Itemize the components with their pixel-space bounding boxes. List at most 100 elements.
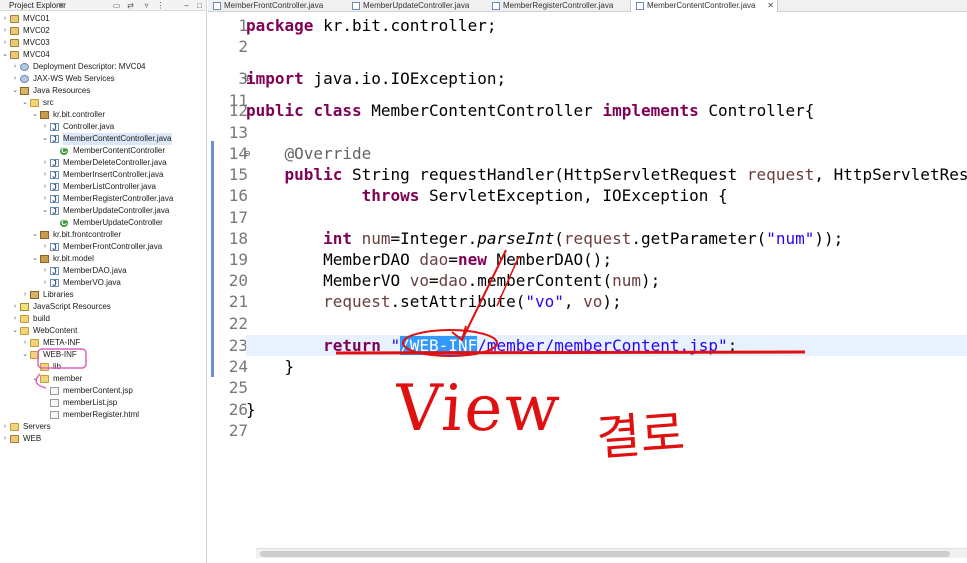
- tree-item[interactable]: ⌄ WEB-INF: [0, 349, 206, 361]
- tree-item[interactable]: ⌄ Java Resources: [0, 85, 206, 97]
- chevron-right-icon[interactable]: ›: [12, 301, 18, 313]
- chevron-right-icon[interactable]: ›: [42, 169, 48, 181]
- tree-item[interactable]: › build: [0, 313, 206, 325]
- tree-item[interactable]: lib: [0, 361, 206, 373]
- tree-item[interactable]: › META-INF: [0, 337, 206, 349]
- tree-item[interactable]: › J MemberDAO.java: [0, 265, 206, 277]
- tree-item[interactable]: ⌄ J MemberContentController.java: [0, 133, 206, 145]
- code-line-21[interactable]: request.setAttribute("vo", vo);: [246, 291, 622, 312]
- java-file-icon: [492, 2, 500, 10]
- tree-item[interactable]: ⌄ kr.bit.model: [0, 253, 206, 265]
- code-line-14[interactable]: @Override: [246, 143, 372, 164]
- collapse-all-icon[interactable]: ▭: [112, 1, 121, 10]
- chevron-right-icon[interactable]: ›: [42, 241, 48, 253]
- maximize-icon[interactable]: □: [195, 1, 204, 10]
- code-line-16[interactable]: throws ServletException, IOException {: [246, 185, 728, 206]
- minimize-icon[interactable]: –: [182, 1, 191, 10]
- tree-item[interactable]: memberRegister.html: [0, 409, 206, 421]
- chevron-down-icon[interactable]: ⌄: [22, 349, 28, 361]
- chevron-down-icon[interactable]: ⌄: [32, 373, 38, 385]
- code-line-19[interactable]: MemberDAO dao=new MemberDAO();: [246, 249, 612, 270]
- tree-item[interactable]: › J MemberDeleteController.java: [0, 157, 206, 169]
- tree-item[interactable]: › J MemberInsertController.java: [0, 169, 206, 181]
- chevron-down-icon[interactable]: ⌄: [2, 49, 8, 61]
- chevron-down-icon[interactable]: ⌄: [12, 325, 18, 337]
- tree-item[interactable]: › Deployment Descriptor: MVC04: [0, 61, 206, 73]
- chevron-right-icon[interactable]: ›: [42, 265, 48, 277]
- chevron-right-icon[interactable]: ›: [2, 421, 8, 433]
- link-editor-icon[interactable]: ⇄: [126, 1, 135, 10]
- tree-item[interactable]: memberList.jsp: [0, 397, 206, 409]
- tree-item[interactable]: C MemberUpdateController: [0, 217, 206, 229]
- code-line-3[interactable]: import java.io.IOException;: [246, 68, 506, 89]
- tree-item[interactable]: › Libraries: [0, 289, 206, 301]
- chevron-right-icon[interactable]: ›: [2, 13, 8, 25]
- chevron-down-icon[interactable]: ⌄: [22, 97, 28, 109]
- close-icon[interactable]: ✕: [58, 0, 65, 11]
- chevron-right-icon[interactable]: ›: [2, 433, 8, 445]
- tab-member-register-controller[interactable]: MemberRegisterController.java: [487, 0, 630, 12]
- tree-item[interactable]: ⌄ WebContent: [0, 325, 206, 337]
- code-line-26[interactable]: }: [246, 399, 256, 420]
- code-line-24[interactable]: }: [246, 356, 295, 377]
- view-menu-icon[interactable]: ⋮: [156, 1, 165, 10]
- tab-member-front-controller[interactable]: MemberFrontController.java: [208, 0, 347, 12]
- chevron-right-icon[interactable]: ›: [12, 61, 18, 73]
- tree-item[interactable]: › Servers: [0, 421, 206, 433]
- tree-item-label: JAX-WS Web Services: [33, 74, 115, 83]
- tree-item[interactable]: ⌄ src: [0, 97, 206, 109]
- chevron-down-icon[interactable]: ⌄: [32, 229, 38, 241]
- chevron-right-icon[interactable]: ›: [42, 181, 48, 193]
- chevron-right-icon[interactable]: ›: [22, 337, 28, 349]
- tree-item[interactable]: › MVC01: [0, 13, 206, 25]
- tree-item[interactable]: › J MemberListController.java: [0, 181, 206, 193]
- chevron-right-icon[interactable]: ›: [12, 73, 18, 85]
- java-file-icon: J: [50, 171, 59, 180]
- tree-item[interactable]: › MVC03: [0, 37, 206, 49]
- tree-item[interactable]: › J MemberRegisterController.java: [0, 193, 206, 205]
- tree-item[interactable]: ⌄ kr.bit.frontcontroller: [0, 229, 206, 241]
- code-line-1[interactable]: package kr.bit.controller;: [246, 15, 496, 36]
- chevron-right-icon[interactable]: ›: [42, 277, 48, 289]
- chevron-down-icon[interactable]: ⌄: [42, 133, 48, 145]
- chevron-down-icon[interactable]: ⌄: [32, 109, 38, 121]
- tree-item[interactable]: › MVC02: [0, 25, 206, 37]
- horizontal-scrollbar[interactable]: [256, 548, 967, 558]
- tree-item[interactable]: › JAX-WS Web Services: [0, 73, 206, 85]
- chevron-right-icon[interactable]: ›: [12, 313, 18, 325]
- code-editor[interactable]: 1 2 3 ⊕ 11 12 13 14 ⊖ 15 16 17 18 19 20 21 22 23 24 25 26 27 …: [208, 13, 967, 563]
- tree-item[interactable]: › J MemberVO.java: [0, 277, 206, 289]
- chevron-right-icon[interactable]: ›: [2, 25, 8, 37]
- tree-item[interactable]: › J Controller.java: [0, 121, 206, 133]
- tree-item-label: WebContent: [33, 326, 78, 335]
- tree-item[interactable]: memberContent.jsp: [0, 385, 206, 397]
- chevron-down-icon[interactable]: ⌄: [42, 205, 48, 217]
- filter-icon[interactable]: ▿: [142, 1, 151, 10]
- code-line-12[interactable]: public class MemberContentController imp…: [246, 100, 814, 121]
- code-line-18[interactable]: int num=Integer.parseInt(request.getPara…: [246, 228, 843, 249]
- code-line-15[interactable]: public String requestHandler(HttpServlet…: [246, 164, 967, 185]
- tree-item[interactable]: C MemberContentController: [0, 145, 206, 157]
- tree-item[interactable]: ⌄ kr.bit.controller: [0, 109, 206, 121]
- tab-member-content-controller[interactable]: MemberContentController.java ✕: [630, 0, 778, 12]
- chevron-right-icon[interactable]: ›: [42, 157, 48, 169]
- tree-item[interactable]: › J MemberFrontController.java: [0, 241, 206, 253]
- chevron-right-icon[interactable]: ›: [2, 37, 8, 49]
- tab-member-update-controller[interactable]: MemberUpdateController.java: [347, 0, 487, 12]
- tree-item-label: Java Resources: [33, 86, 91, 95]
- tree-item[interactable]: ⌄ MVC04: [0, 49, 206, 61]
- tree-item[interactable]: ⌄ member: [0, 373, 206, 385]
- chevron-right-icon[interactable]: ›: [22, 289, 28, 301]
- code-line-23[interactable]: return "/WEB-INF/member/memberContent.js…: [246, 335, 967, 356]
- scrollbar-thumb[interactable]: [260, 551, 950, 557]
- code-line-20[interactable]: MemberVO vo=dao.memberContent(num);: [246, 270, 660, 291]
- code-area[interactable]: package kr.bit.controller; import java.i…: [246, 13, 967, 553]
- chevron-down-icon[interactable]: ⌄: [32, 253, 38, 265]
- chevron-right-icon[interactable]: ›: [42, 121, 48, 133]
- chevron-right-icon[interactable]: ›: [42, 193, 48, 205]
- tree-item[interactable]: ⌄ J MemberUpdateController.java: [0, 205, 206, 217]
- tree-item[interactable]: › WEB: [0, 433, 206, 445]
- close-icon[interactable]: ✕: [767, 0, 774, 12]
- chevron-down-icon[interactable]: ⌄: [12, 85, 18, 97]
- tree-item[interactable]: › JavaScript Resources: [0, 301, 206, 313]
